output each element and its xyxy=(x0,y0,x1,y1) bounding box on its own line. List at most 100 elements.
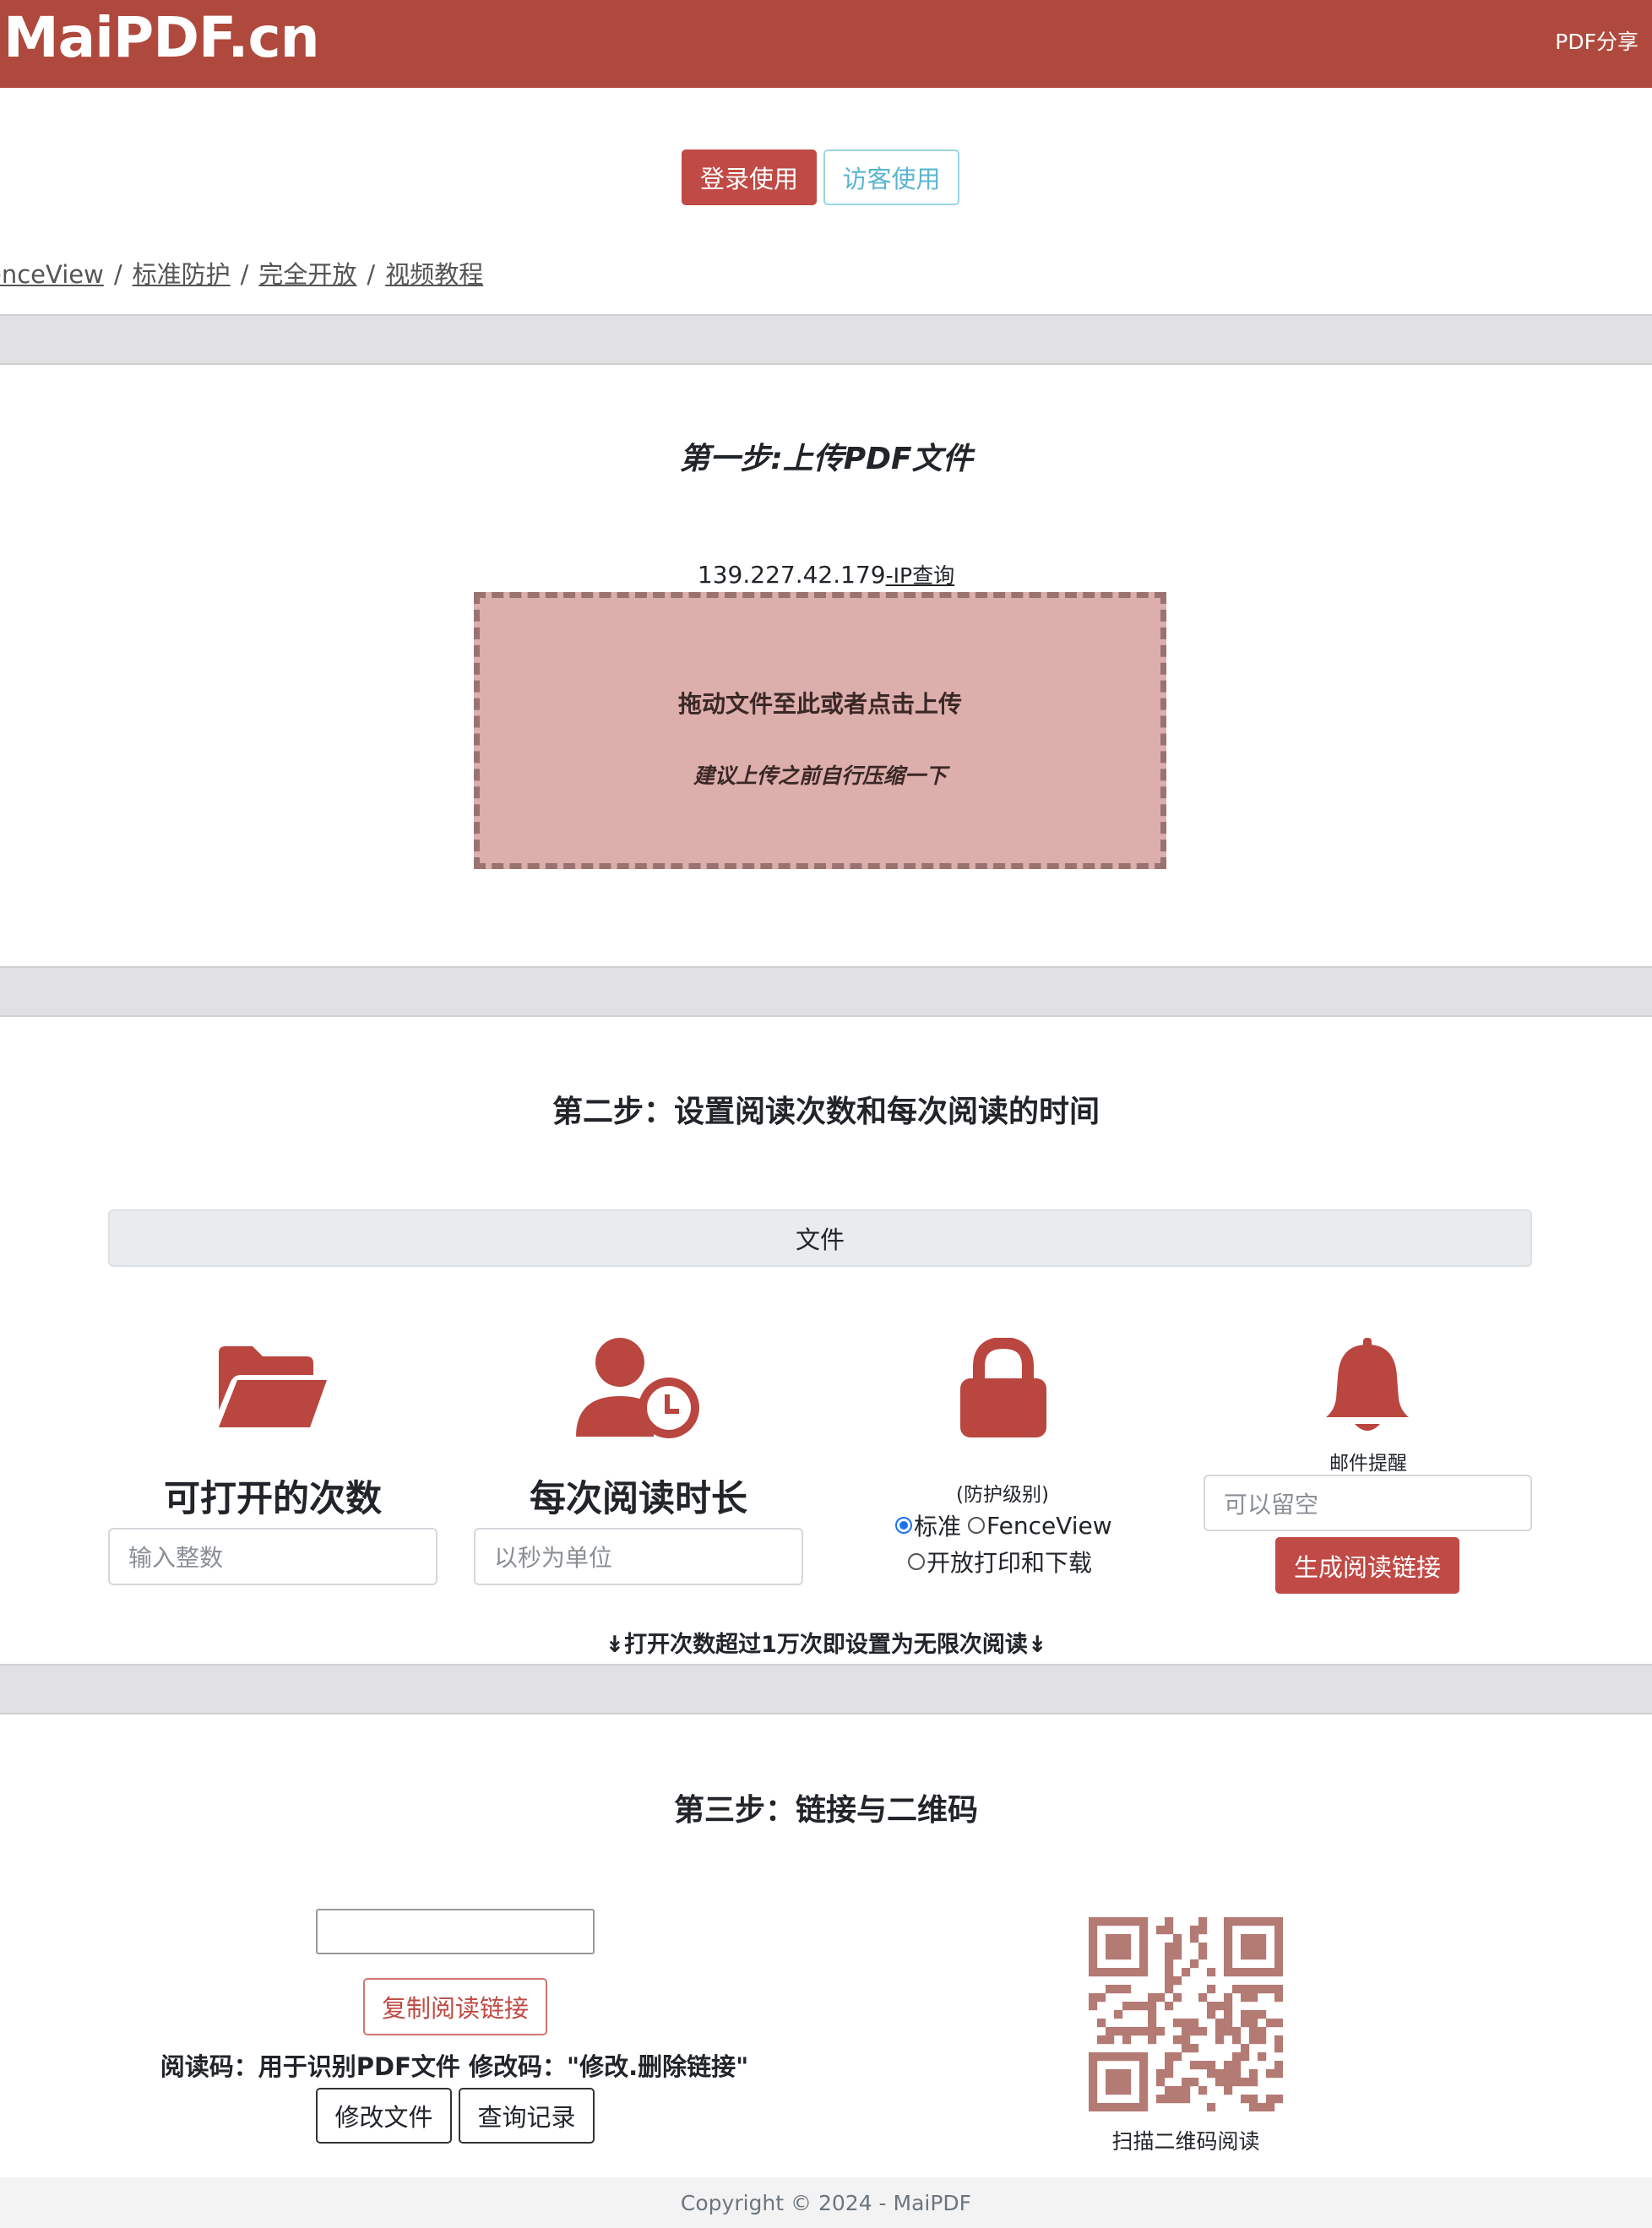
qr-module xyxy=(1122,1968,1132,1977)
qr-module xyxy=(1165,1959,1174,1969)
qr-module xyxy=(1089,1926,1098,1935)
qr-module xyxy=(1190,1926,1199,1935)
qr-module xyxy=(1249,2035,1258,2045)
brand-logo[interactable]: MaiPDF.cn xyxy=(3,5,320,70)
qr-module xyxy=(1106,2035,1115,2045)
login-button[interactable]: 登录使用 xyxy=(682,149,817,205)
qr-module xyxy=(1249,2027,1258,2036)
qr-module xyxy=(1165,2002,1174,2011)
qr-module xyxy=(1207,1968,1216,1977)
qr-module xyxy=(1241,1934,1250,1943)
qr-module xyxy=(1198,1926,1208,1935)
qr-module xyxy=(1249,1993,1258,2002)
qr-module xyxy=(1131,2052,1140,2062)
nav-link-pdf-share[interactable]: PDF分享 xyxy=(1555,25,1638,56)
radio-standard[interactable] xyxy=(895,1517,912,1534)
section-divider xyxy=(0,1664,1652,1714)
qr-module xyxy=(1122,1985,1132,1994)
qr-module xyxy=(1097,2103,1106,2111)
qr-module xyxy=(1089,2086,1098,2095)
qr-caption: 扫描二维码阅读 xyxy=(1111,2129,1260,2154)
upload-dropzone[interactable]: 拖动文件至此或者点击上传 建议上传之前自行压缩一下 xyxy=(474,592,1166,869)
qr-module xyxy=(1258,1985,1267,1994)
breadcrumb-link-open[interactable]: 完全开放 xyxy=(258,260,356,289)
read-time-input[interactable]: 以秒为单位 xyxy=(474,1528,803,1585)
qr-module xyxy=(1173,2019,1182,2028)
qr-module xyxy=(1266,2069,1275,2079)
radio-open-label: 开放打印和下载 xyxy=(927,1549,1093,1577)
qr-module xyxy=(1089,1993,1098,2002)
qr-module xyxy=(1224,2027,1233,2036)
qr-module xyxy=(1182,2095,1191,2104)
qr-module xyxy=(1190,2061,1199,2070)
qr-module xyxy=(1232,1985,1242,1994)
user-clock-icon xyxy=(576,1338,699,1438)
qr-module xyxy=(1207,2069,1216,2079)
qr-module xyxy=(1249,2010,1258,2019)
ip-lookup-link[interactable]: -IP查询 xyxy=(886,563,954,588)
qr-module xyxy=(1139,2052,1149,2062)
qr-module xyxy=(1106,1968,1115,1977)
qr-module xyxy=(1122,2035,1132,2045)
qr-module xyxy=(1258,1943,1267,1952)
qr-module xyxy=(1122,1943,1132,1952)
copy-link-button[interactable]: 复制阅读链接 xyxy=(363,1978,547,2035)
qr-module xyxy=(1122,1951,1132,1960)
qr-module xyxy=(1139,2061,1149,2070)
breadcrumb-link-video[interactable]: 视频教程 xyxy=(385,260,483,289)
dropzone-text: 拖动文件至此或者点击上传 xyxy=(677,690,962,718)
generate-link-button[interactable]: 生成阅读链接 xyxy=(1275,1537,1459,1594)
qr-module xyxy=(1122,2069,1132,2079)
qr-module xyxy=(1224,2010,1233,2019)
qr-module xyxy=(1089,1934,1098,1943)
read-time-title: 每次阅读时长 xyxy=(530,1478,747,1520)
qr-module xyxy=(1241,2052,1250,2062)
breadcrumb-link-fenceview[interactable]: enceView xyxy=(0,260,104,289)
read-link-output[interactable] xyxy=(316,1909,595,1954)
qr-module xyxy=(1207,2002,1216,2011)
qr-module xyxy=(1274,2035,1283,2045)
qr-module xyxy=(1249,2095,1258,2104)
open-count-input[interactable]: 输入整数 xyxy=(108,1528,437,1585)
qr-module xyxy=(1156,1993,1166,2002)
breadcrumb-link-standard[interactable]: 标准防护 xyxy=(133,260,231,289)
qr-module xyxy=(1274,1917,1283,1926)
query-history-button[interactable]: 查询记录 xyxy=(459,2088,595,2144)
lock-icon xyxy=(960,1338,1046,1437)
qr-module xyxy=(1165,1943,1174,1952)
qr-module xyxy=(1148,2002,1157,2011)
qr-module xyxy=(1182,2035,1191,2045)
qr-module xyxy=(1089,1917,1098,1926)
qr-module xyxy=(1165,1968,1174,1977)
qr-module xyxy=(1114,1951,1123,1960)
qr-module xyxy=(1106,1917,1115,1926)
qr-module xyxy=(1156,2027,1166,2036)
qr-module xyxy=(1207,2103,1216,2111)
top-navbar: MaiPDF.cn PDF分享 xyxy=(0,0,1652,88)
qr-module xyxy=(1190,1959,1199,1969)
qr-module xyxy=(1139,1951,1149,1960)
qr-module xyxy=(1182,2086,1191,2095)
qr-module xyxy=(1106,1951,1115,1960)
qr-module xyxy=(1198,2027,1208,2036)
qr-module xyxy=(1106,2052,1115,2062)
qr-module xyxy=(1249,1985,1258,1994)
file-name-bar: 文件 xyxy=(108,1209,1532,1267)
radio-fenceview[interactable] xyxy=(968,1517,986,1534)
unlimited-note: ↡打开次数超过1万次即设置为无限次阅读↡ xyxy=(605,1632,1047,1658)
qr-module xyxy=(1165,1917,1174,1926)
guest-button[interactable]: 访客使用 xyxy=(823,149,959,205)
qr-module xyxy=(1224,1968,1233,1977)
codes-explanation: 阅读码：用于识别PDF文件 修改码："修改.删除链接" xyxy=(160,2052,749,2081)
qr-module xyxy=(1266,1917,1275,1926)
radio-open[interactable] xyxy=(908,1553,925,1570)
qr-module xyxy=(1089,2095,1098,2104)
qr-module xyxy=(1241,1968,1250,1977)
radio-fenceview-label: FenceView xyxy=(986,1511,1112,1540)
email-input[interactable]: 可以留空 xyxy=(1204,1475,1532,1531)
qr-module xyxy=(1224,1926,1233,1935)
qr-module xyxy=(1232,2035,1242,2045)
qr-module xyxy=(1148,2010,1157,2019)
qr-module xyxy=(1139,1934,1149,1943)
modify-file-button[interactable]: 修改文件 xyxy=(316,2088,452,2144)
